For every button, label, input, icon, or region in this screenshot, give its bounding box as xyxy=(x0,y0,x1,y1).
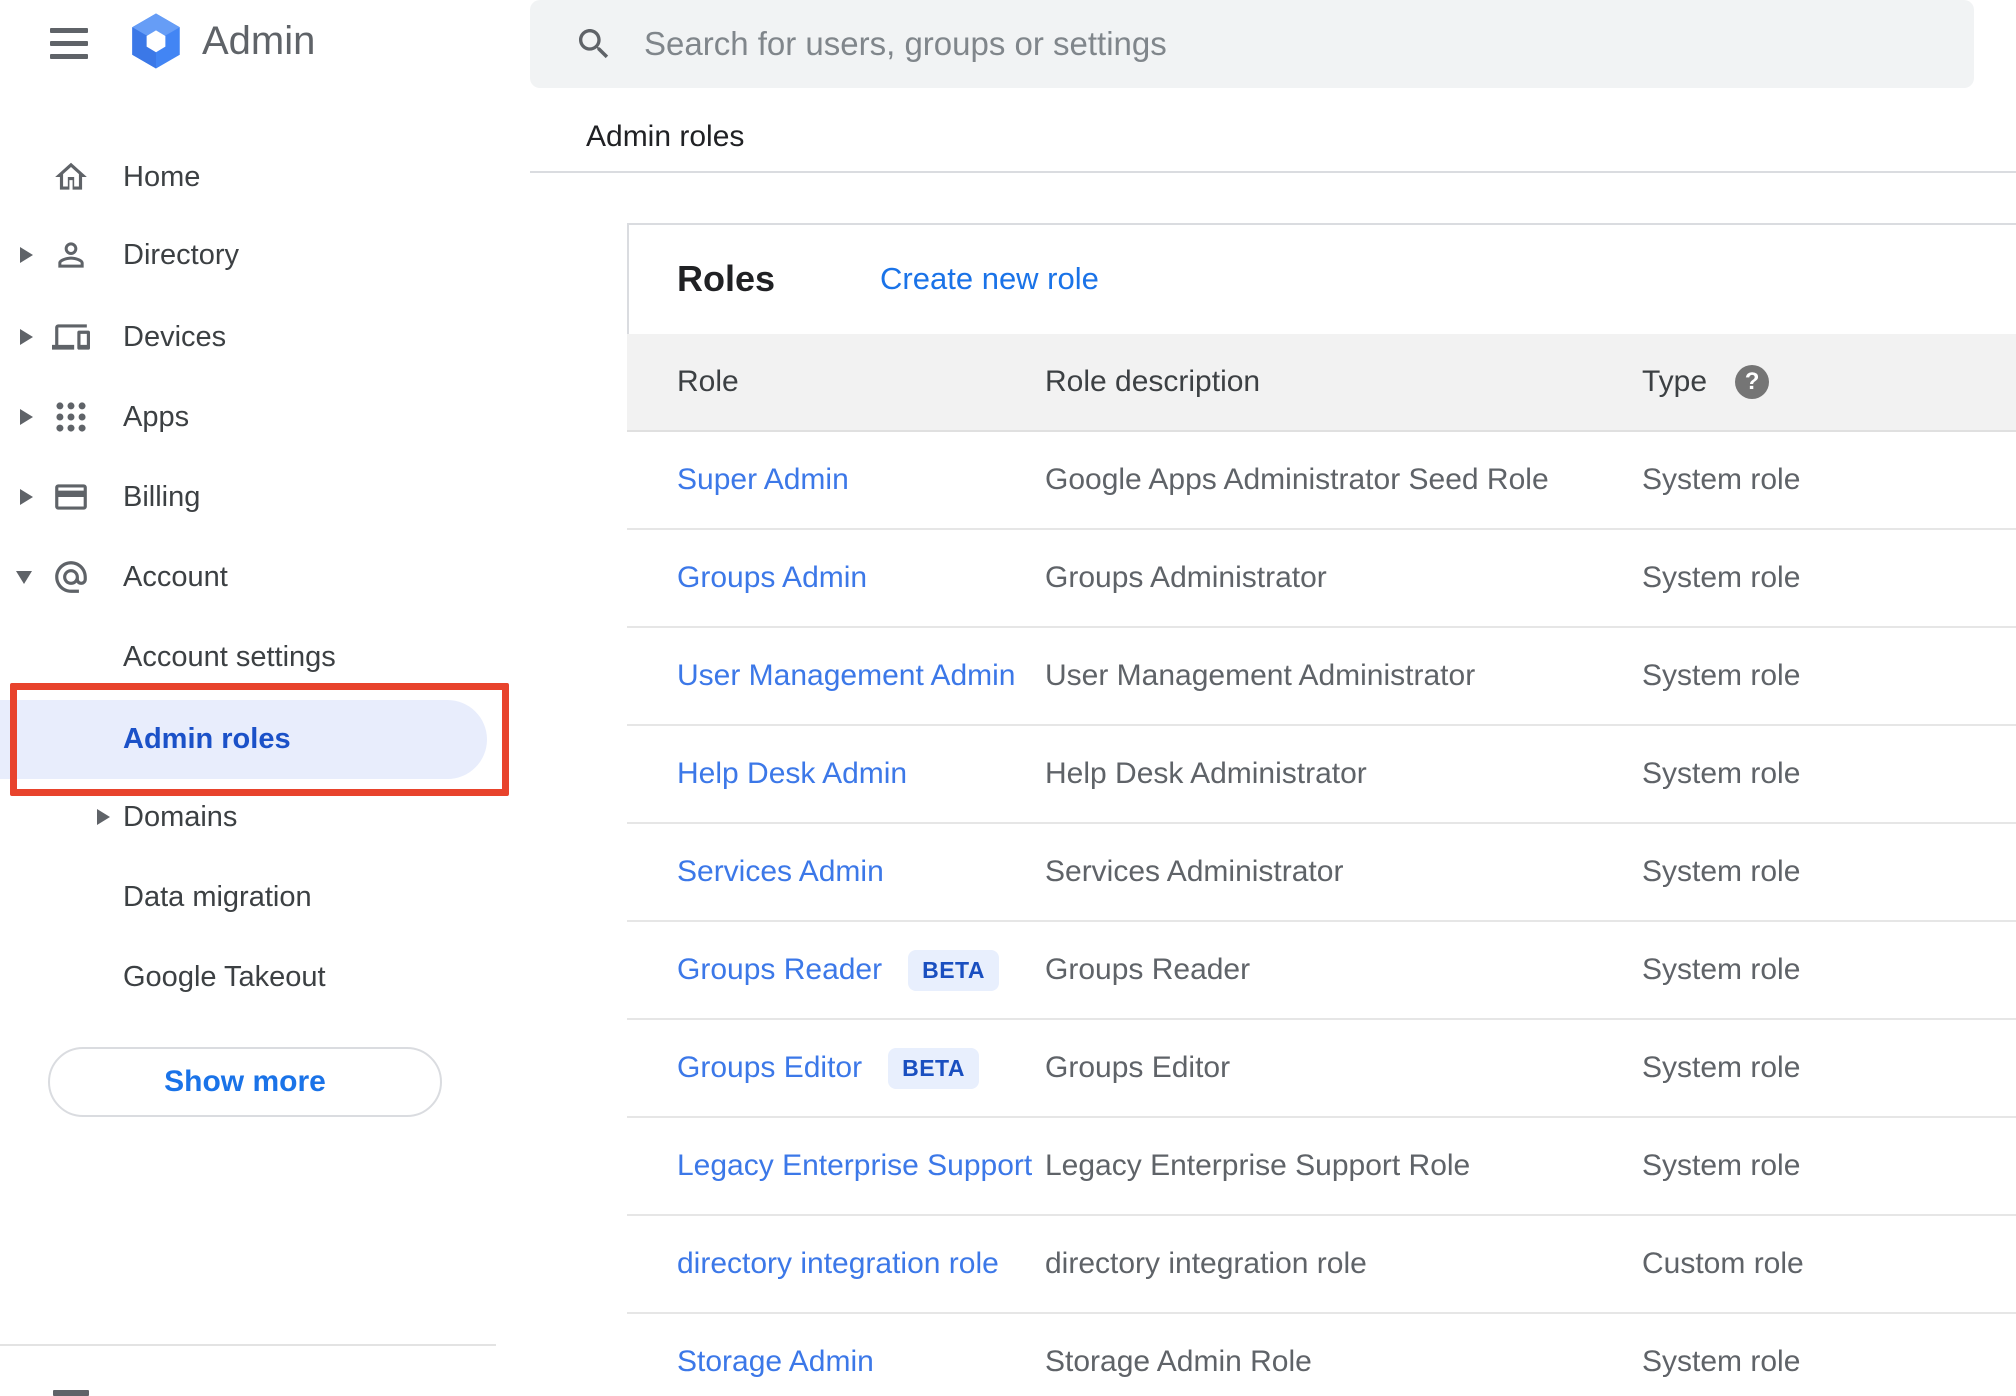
role-description: directory integration role xyxy=(1045,1247,1367,1280)
menu-icon[interactable] xyxy=(50,28,88,60)
role-type: System role xyxy=(1642,659,1801,692)
table-row[interactable]: Groups Reader BETA Groups Reader System … xyxy=(627,922,2016,1020)
search-icon xyxy=(579,29,609,59)
role-link[interactable]: Groups Editor xyxy=(677,1051,862,1085)
expand-arrow-icon[interactable] xyxy=(20,409,33,425)
admin-console-page: Admin Search for users, groups or settin… xyxy=(0,0,2016,1396)
home-icon xyxy=(52,158,90,196)
cutoff-sidebar-icon xyxy=(53,1390,89,1396)
role-type: System role xyxy=(1642,1149,1801,1182)
table-row[interactable]: Super Admin Google Apps Administrator Se… xyxy=(627,432,2016,530)
breadcrumb: Admin roles xyxy=(586,120,745,153)
sidebar-item-label: Account xyxy=(123,560,228,593)
table-row[interactable]: Help Desk Admin Help Desk Administrator … xyxy=(627,726,2016,824)
sidebar-item-label: Directory xyxy=(123,238,240,271)
admin-logo-icon xyxy=(126,10,186,72)
table-row[interactable]: Services Admin Services Administrator Sy… xyxy=(627,824,2016,922)
role-type: Custom role xyxy=(1642,1247,1804,1280)
table-row[interactable]: User Management Admin User Management Ad… xyxy=(627,628,2016,726)
sidebar-item-label: Apps xyxy=(123,400,190,433)
role-type: System role xyxy=(1642,855,1801,888)
sidebar-item-domains[interactable]: Domains xyxy=(0,777,530,857)
sidebar-item-label: Data migration xyxy=(123,880,312,913)
sidebar-item-account-settings[interactable]: Account settings xyxy=(0,617,530,697)
role-type: System role xyxy=(1642,757,1801,790)
role-link[interactable]: Help Desk Admin xyxy=(677,757,907,791)
column-header-type: Type ? xyxy=(1642,334,1770,430)
role-description: Groups Editor xyxy=(1045,1051,1231,1084)
card-header: Roles Create new role xyxy=(627,223,2016,334)
role-description: Services Administrator xyxy=(1045,855,1344,888)
breadcrumb-divider xyxy=(530,171,2016,173)
role-type: System role xyxy=(1642,953,1801,986)
role-type: System role xyxy=(1642,1051,1801,1084)
sidebar-item-label: Admin roles xyxy=(123,723,291,755)
search-input[interactable]: Search for users, groups or settings xyxy=(530,0,1974,88)
role-description: Help Desk Administrator xyxy=(1045,757,1367,790)
app-title: Admin xyxy=(202,19,316,63)
search-placeholder: Search for users, groups or settings xyxy=(644,25,1167,62)
sidebar-item-label: Billing xyxy=(123,480,201,513)
sidebar-item-apps[interactable]: Apps xyxy=(0,377,530,457)
role-link[interactable]: Groups Reader xyxy=(677,953,882,987)
apps-icon xyxy=(52,398,90,436)
role-link[interactable]: Storage Admin xyxy=(677,1345,874,1379)
card-title: Roles xyxy=(677,257,776,299)
sidebar-item-google-takeout[interactable]: Google Takeout xyxy=(0,937,530,1017)
sidebar-item-billing[interactable]: Billing xyxy=(0,457,530,537)
role-description: Google Apps Administrator Seed Role xyxy=(1045,463,1549,496)
sidebar-item-data-migration[interactable]: Data migration xyxy=(0,857,530,937)
role-type: System role xyxy=(1642,561,1801,594)
table-row[interactable]: Legacy Enterprise Support Legacy Enterpr… xyxy=(627,1118,2016,1216)
beta-badge: BETA xyxy=(908,949,1000,991)
show-more-button[interactable]: Show more xyxy=(48,1047,442,1117)
person-icon xyxy=(52,236,90,274)
roles-card: Roles Create new role Role Role descript… xyxy=(627,223,2016,1396)
sidebar-item-label: Account settings xyxy=(123,640,336,673)
column-header-description: Role description xyxy=(1045,365,1261,398)
role-description: Legacy Enterprise Support Role xyxy=(1045,1149,1471,1182)
sidebar-item-label: Google Takeout xyxy=(123,960,326,993)
sidebar-item-label: Domains xyxy=(123,800,238,833)
sidebar-item-admin-roles[interactable]: Admin roles xyxy=(0,700,487,779)
role-link[interactable]: User Management Admin xyxy=(677,659,1016,693)
role-type: System role xyxy=(1642,1345,1801,1378)
billing-icon xyxy=(52,478,90,516)
sidebar-divider xyxy=(0,1344,496,1346)
table-row[interactable]: directory integration role directory int… xyxy=(627,1216,2016,1314)
beta-badge: BETA xyxy=(888,1047,979,1089)
table-row[interactable]: Groups Admin Groups Administrator System… xyxy=(627,530,2016,628)
table-row[interactable]: Storage Admin Storage Admin Role System … xyxy=(627,1314,2016,1396)
table-header-row: Role Role description Type ? xyxy=(627,334,2016,432)
role-link[interactable]: Groups Admin xyxy=(677,561,867,595)
column-header-role: Role xyxy=(677,365,739,398)
create-new-role-link[interactable]: Create new role xyxy=(880,261,1099,297)
role-description: Storage Admin Role xyxy=(1045,1345,1312,1378)
collapse-arrow-icon[interactable] xyxy=(16,570,32,584)
sidebar-item-account[interactable]: Account xyxy=(0,537,530,617)
role-link[interactable]: Services Admin xyxy=(677,855,884,889)
role-link[interactable]: Super Admin xyxy=(677,463,849,497)
role-description: User Management Administrator xyxy=(1045,659,1476,692)
sidebar-item-label: Devices xyxy=(123,320,227,353)
sidebar-item-directory[interactable]: Directory xyxy=(0,215,530,295)
expand-arrow-icon[interactable] xyxy=(20,247,33,263)
role-link[interactable]: directory integration role xyxy=(677,1247,999,1281)
table-row[interactable]: Groups Editor BETA Groups Editor System … xyxy=(627,1020,2016,1118)
expand-arrow-icon[interactable] xyxy=(20,329,33,345)
role-link[interactable]: Legacy Enterprise Support xyxy=(677,1149,1032,1183)
role-description: Groups Administrator xyxy=(1045,561,1327,594)
expand-arrow-icon[interactable] xyxy=(20,489,33,505)
sidebar-item-label: Home xyxy=(123,160,201,193)
help-icon[interactable]: ? xyxy=(1735,365,1770,399)
at-icon xyxy=(52,558,90,596)
devices-icon xyxy=(52,318,90,356)
sidebar-item-devices[interactable]: Devices xyxy=(0,297,530,377)
role-type: System role xyxy=(1642,463,1801,496)
role-description: Groups Reader xyxy=(1045,953,1251,986)
sidebar-item-home[interactable]: Home xyxy=(0,137,530,217)
expand-arrow-icon[interactable] xyxy=(97,809,110,825)
